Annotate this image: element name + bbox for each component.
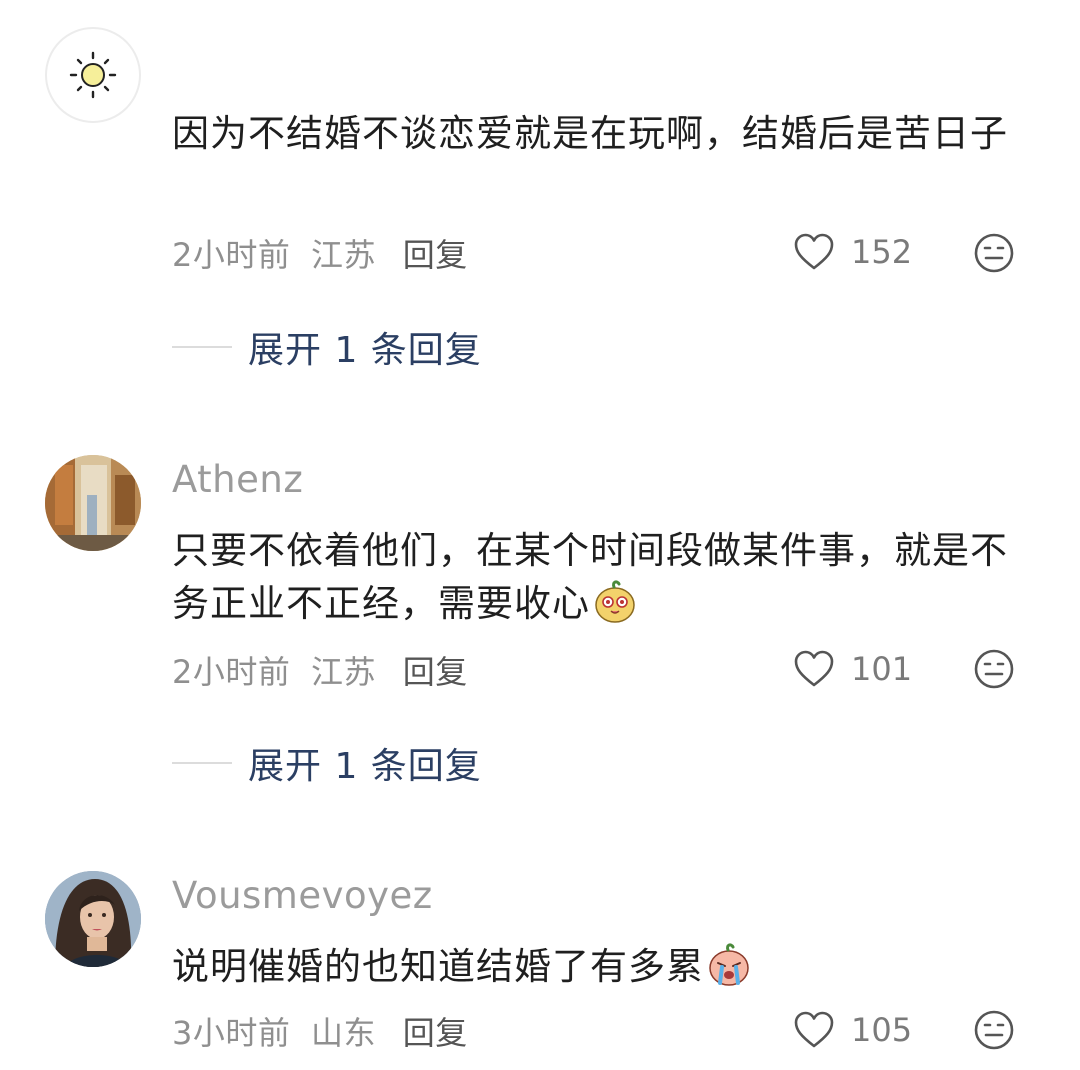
avatar-photo bbox=[45, 455, 141, 551]
like-button[interactable]: 152 bbox=[793, 230, 923, 274]
reply-button[interactable]: 回复 bbox=[403, 236, 468, 274]
dislike-button[interactable] bbox=[973, 648, 1015, 690]
avatar[interactable] bbox=[45, 455, 141, 551]
cute-emoji-icon bbox=[592, 578, 638, 638]
comment-text: 只要不依着他们，在某个时间段做某件事，就是不务正业不正经，需要收心 bbox=[172, 524, 1022, 638]
like-count: 101 bbox=[851, 650, 913, 688]
comment-location: 江苏 bbox=[311, 653, 377, 691]
like-button[interactable]: 101 bbox=[793, 647, 923, 691]
comment-time: 3小时前 bbox=[172, 1014, 291, 1052]
neutral-face-icon bbox=[974, 233, 1014, 273]
like-button[interactable]: 105 bbox=[793, 1008, 923, 1052]
comment-meta: 3小时前 山东 回复 bbox=[172, 1008, 478, 1054]
neutral-face-icon bbox=[974, 649, 1014, 689]
dislike-button[interactable] bbox=[973, 1009, 1015, 1051]
username[interactable]: Vousmevoyez bbox=[172, 874, 433, 917]
expand-replies-label: 展开 1 条回复 bbox=[248, 330, 482, 371]
username[interactable]: Athenz bbox=[172, 458, 303, 501]
comment-meta: 2小时前 江苏 回复 bbox=[172, 230, 478, 276]
divider bbox=[172, 346, 232, 348]
sun-icon bbox=[69, 51, 117, 99]
reply-button[interactable]: 回复 bbox=[403, 653, 468, 691]
crying-emoji-icon bbox=[706, 941, 752, 1001]
heart-icon bbox=[794, 233, 834, 270]
comment-location: 山东 bbox=[311, 1014, 377, 1052]
comment-time: 2小时前 bbox=[172, 653, 291, 691]
avatar-photo bbox=[45, 871, 141, 967]
heart-icon bbox=[794, 1011, 834, 1048]
comment-location: 江苏 bbox=[311, 236, 377, 274]
avatar[interactable] bbox=[45, 871, 141, 967]
expand-replies-button[interactable]: 展开 1 条回复 bbox=[172, 322, 482, 372]
comment-text-body: 说明催婚的也知道结婚了有多累 bbox=[172, 945, 704, 988]
comment-text: 说明催婚的也知道结婚了有多累 bbox=[172, 940, 1022, 1001]
like-count: 152 bbox=[851, 233, 913, 271]
heart-icon bbox=[794, 650, 834, 687]
comment-text-body: 只要不依着他们，在某个时间段做某件事，就是不务正业不正经，需要收心 bbox=[172, 529, 1008, 625]
neutral-face-icon bbox=[974, 1010, 1014, 1050]
divider bbox=[172, 762, 232, 764]
comment-time: 2小时前 bbox=[172, 236, 291, 274]
reply-button[interactable]: 回复 bbox=[403, 1014, 468, 1052]
dislike-button[interactable] bbox=[973, 232, 1015, 274]
comment-meta: 2小时前 江苏 回复 bbox=[172, 647, 478, 693]
avatar[interactable] bbox=[45, 27, 141, 123]
expand-replies-label: 展开 1 条回复 bbox=[248, 746, 482, 787]
expand-replies-button[interactable]: 展开 1 条回复 bbox=[172, 738, 482, 788]
like-count: 105 bbox=[851, 1011, 913, 1049]
comment-text: 因为不结婚不谈恋爱就是在玩啊，结婚后是苦日子 bbox=[172, 112, 1008, 155]
